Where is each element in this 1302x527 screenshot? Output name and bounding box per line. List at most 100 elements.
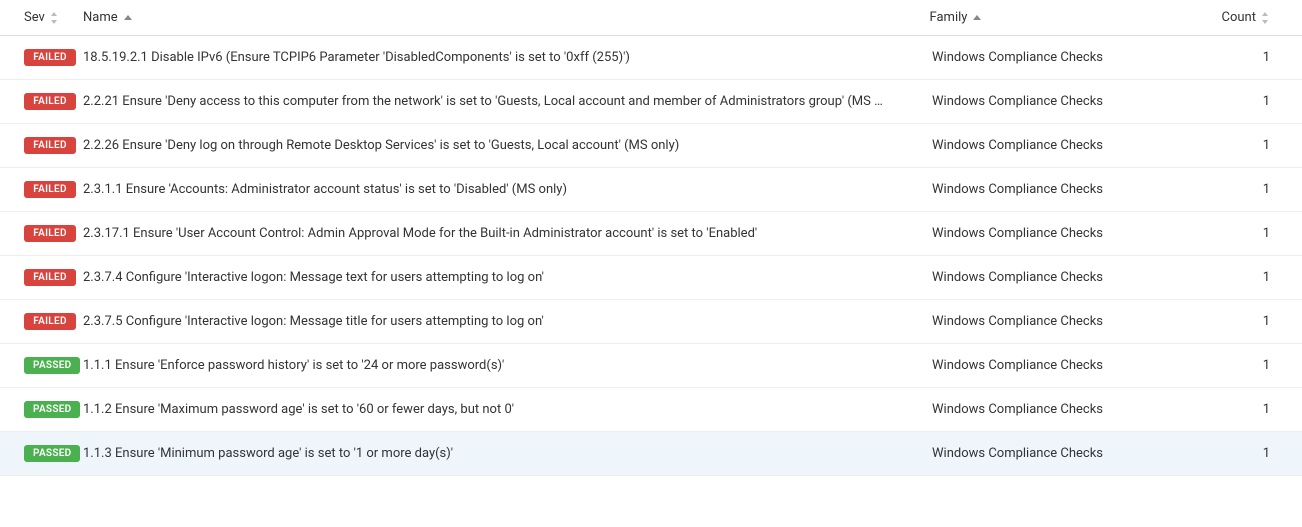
cell-count: 1	[1224, 358, 1294, 373]
table-row[interactable]: FAILED2.3.7.4 Configure 'Interactive log…	[0, 256, 1302, 300]
table-row[interactable]: FAILED 2.3.7.5 Configure 'Interactive log…	[0, 300, 1302, 344]
cell-name: 1.1.1 Ensure 'Enforce password history' …	[83, 358, 924, 373]
count-value: 1	[1263, 138, 1270, 153]
table-row[interactable]: PASSED1.1.3 Ensure 'Minimum password age…	[0, 432, 1302, 476]
count-value: 1	[1263, 402, 1270, 417]
cell-family: Windows Compliance Checks	[924, 182, 1224, 197]
compliance-table: Sev Name Family Count FAILED 18.5.19.2.1 …	[0, 0, 1302, 476]
cell-sev: FAILED	[8, 49, 83, 66]
cell-sev: FAILED	[8, 269, 83, 286]
family-name: Windows Compliance Checks	[932, 94, 1103, 109]
cell-sev: FAILED	[8, 137, 83, 154]
check-name: 2.3.7.5 Configure 'Interactive logon: Me…	[83, 314, 544, 329]
table-row[interactable]: FAILED 2.3.17.1 Ensure 'User Account Cont…	[0, 212, 1302, 256]
cell-count: 1	[1224, 402, 1294, 417]
count-value: 1	[1263, 446, 1270, 461]
table-row[interactable]: FAILED 18.5.19.2.1 Disable IPv6 (Ensure T…	[0, 36, 1302, 80]
cell-name: 2.2.21 Ensure 'Deny access to this compu…	[83, 94, 924, 109]
sort-icon	[51, 12, 59, 24]
family-name: Windows Compliance Checks	[932, 138, 1103, 153]
status-badge: PASSED	[24, 401, 80, 418]
cell-family: Windows Compliance Checks	[924, 94, 1224, 109]
family-name: Windows Compliance Checks	[932, 226, 1103, 241]
column-header-sev-label: Sev	[24, 10, 45, 25]
cell-name: 2.3.17.1 Ensure 'User Account Control: A…	[83, 226, 924, 241]
table-row[interactable]: FAILED 2.3.1.1 Ensure 'Accounts: Administ…	[0, 168, 1302, 212]
cell-sev: FAILED	[8, 93, 83, 110]
family-name: Windows Compliance Checks	[932, 182, 1103, 197]
family-name: Windows Compliance Checks	[932, 50, 1103, 65]
cell-count: 1	[1224, 446, 1294, 461]
count-value: 1	[1263, 314, 1270, 329]
cell-sev: FAILED	[8, 313, 83, 330]
cell-name: 2.3.1.1 Ensure 'Accounts: Administrator …	[83, 182, 924, 197]
column-header-name-label: Name	[83, 10, 118, 25]
check-name: 2.3.7.4 Configure 'Interactive logon: Me…	[83, 270, 544, 285]
status-badge: FAILED	[24, 225, 76, 242]
table-row[interactable]: PASSED1.1.2 Ensure 'Maximum password age…	[0, 388, 1302, 432]
cell-family: Windows Compliance Checks	[924, 446, 1224, 461]
cell-family: Windows Compliance Checks	[924, 138, 1224, 153]
cell-name: 2.3.7.5 Configure 'Interactive logon: Me…	[83, 314, 924, 329]
check-name: 1.1.3 Ensure 'Minimum password age' is s…	[83, 446, 453, 461]
status-badge: PASSED	[24, 445, 80, 462]
cell-name: 18.5.19.2.1 Disable IPv6 (Ensure TCPIP6 …	[83, 50, 924, 65]
table-row[interactable]: PASSED1.1.1 Ensure 'Enforce password his…	[0, 344, 1302, 388]
table-row[interactable]: FAILED 2.2.21 Ensure 'Deny access to this…	[0, 80, 1302, 124]
column-header-name[interactable]: Name	[83, 10, 922, 25]
cell-family: Windows Compliance Checks	[924, 358, 1224, 373]
status-badge: FAILED	[24, 49, 76, 66]
status-badge: FAILED	[24, 93, 76, 110]
cell-family: Windows Compliance Checks	[924, 226, 1224, 241]
cell-name: 2.2.26 Ensure 'Deny log on through Remot…	[83, 138, 924, 153]
check-name: 2.2.26 Ensure 'Deny log on through Remot…	[83, 138, 679, 153]
status-badge: PASSED	[24, 357, 80, 374]
column-header-count[interactable]: Count	[1222, 10, 1294, 25]
cell-count: 1	[1224, 314, 1294, 329]
sort-asc-icon	[973, 15, 981, 20]
cell-sev: FAILED	[8, 181, 83, 198]
column-header-family-label: Family	[930, 10, 968, 25]
cell-family: Windows Compliance Checks	[924, 270, 1224, 285]
column-header-count-label: Count	[1222, 10, 1256, 25]
family-name: Windows Compliance Checks	[932, 446, 1103, 461]
count-value: 1	[1263, 182, 1270, 197]
cell-family: Windows Compliance Checks	[924, 314, 1224, 329]
count-value: 1	[1263, 358, 1270, 373]
check-name: 1.1.2 Ensure 'Maximum password age' is s…	[83, 402, 514, 417]
sort-asc-icon	[124, 15, 132, 20]
cell-family: Windows Compliance Checks	[924, 50, 1224, 65]
status-badge: FAILED	[24, 181, 76, 198]
check-name: 18.5.19.2.1 Disable IPv6 (Ensure TCPIP6 …	[83, 50, 630, 65]
status-badge: FAILED	[24, 137, 76, 154]
count-value: 1	[1263, 50, 1270, 65]
sort-icon	[1262, 12, 1270, 24]
cell-sev: PASSED	[8, 401, 83, 418]
cell-name: 1.1.3 Ensure 'Minimum password age' is s…	[83, 446, 924, 461]
status-badge: FAILED	[24, 313, 76, 330]
count-value: 1	[1263, 226, 1270, 241]
cell-count: 1	[1224, 182, 1294, 197]
cell-count: 1	[1224, 94, 1294, 109]
family-name: Windows Compliance Checks	[932, 402, 1103, 417]
table-header-row: Sev Name Family Count	[0, 0, 1302, 36]
check-name: 2.3.1.1 Ensure 'Accounts: Administrator …	[83, 182, 567, 197]
cell-name: 2.3.7.4 Configure 'Interactive logon: Me…	[83, 270, 924, 285]
table-row[interactable]: FAILED 2.2.26 Ensure 'Deny log on through…	[0, 124, 1302, 168]
cell-name: 1.1.2 Ensure 'Maximum password age' is s…	[83, 402, 924, 417]
check-name: 2.2.21 Ensure 'Deny access to this compu…	[83, 94, 883, 109]
count-value: 1	[1263, 94, 1270, 109]
cell-count: 1	[1224, 270, 1294, 285]
cell-count: 1	[1224, 50, 1294, 65]
cell-sev: PASSED	[8, 357, 83, 374]
cell-count: 1	[1224, 138, 1294, 153]
column-header-family[interactable]: Family	[922, 10, 1222, 25]
family-name: Windows Compliance Checks	[932, 358, 1103, 373]
check-name: 1.1.1 Ensure 'Enforce password history' …	[83, 358, 504, 373]
cell-count: 1	[1224, 226, 1294, 241]
count-value: 1	[1263, 270, 1270, 285]
family-name: Windows Compliance Checks	[932, 314, 1103, 329]
family-name: Windows Compliance Checks	[932, 270, 1103, 285]
cell-family: Windows Compliance Checks	[924, 402, 1224, 417]
column-header-sev[interactable]: Sev	[8, 10, 83, 25]
